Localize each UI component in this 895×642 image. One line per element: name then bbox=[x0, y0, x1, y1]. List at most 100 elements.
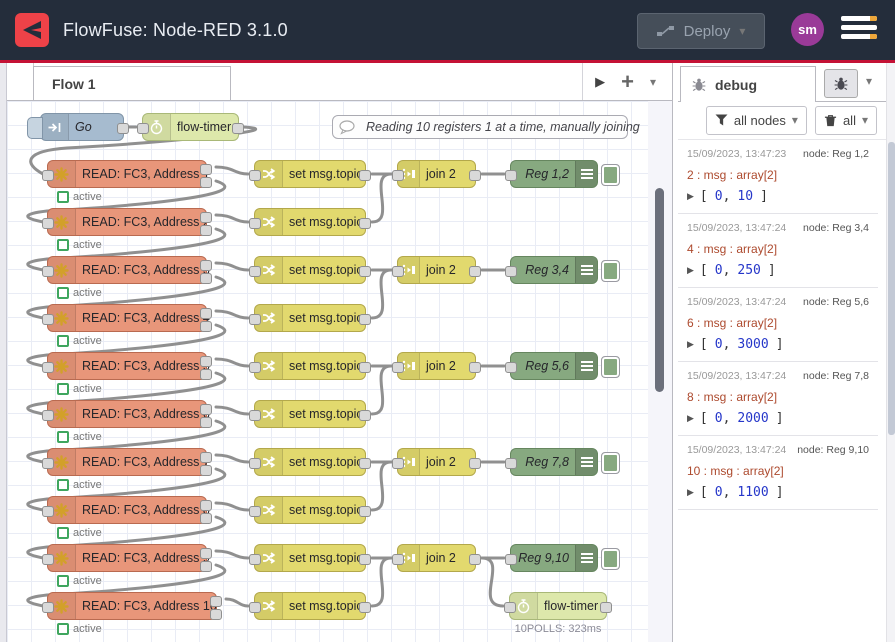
input-port[interactable] bbox=[504, 602, 516, 613]
debug-message[interactable]: 15/09/2023, 13:47:24node: Reg 7,8 8 : ms… bbox=[678, 362, 878, 436]
input-port[interactable] bbox=[505, 266, 517, 277]
user-avatar[interactable]: sm bbox=[791, 13, 824, 46]
input-port[interactable] bbox=[249, 602, 261, 613]
flow-canvas[interactable]: Go flow-timer Reading 10 registers 1 at … bbox=[7, 101, 648, 642]
output-port-1[interactable] bbox=[210, 596, 222, 607]
output-port-2[interactable] bbox=[200, 321, 212, 332]
change-node[interactable]: set msg.topic bbox=[254, 448, 366, 476]
input-port[interactable] bbox=[249, 458, 261, 469]
output-port-1[interactable] bbox=[200, 452, 212, 463]
input-port[interactable] bbox=[249, 554, 261, 565]
debug-node-reg[interactable]: Reg 3,4 bbox=[510, 256, 598, 284]
input-port[interactable] bbox=[392, 458, 404, 469]
input-port[interactable] bbox=[505, 362, 517, 373]
expand-caret-icon[interactable]: ▶ bbox=[687, 265, 694, 276]
inject-button[interactable] bbox=[27, 117, 43, 139]
output-port-1[interactable] bbox=[200, 500, 212, 511]
change-node[interactable]: set msg.topic bbox=[254, 304, 366, 332]
output-port[interactable] bbox=[359, 410, 371, 421]
change-node[interactable]: set msg.topic bbox=[254, 544, 366, 572]
input-port[interactable] bbox=[392, 266, 404, 277]
debug-scrollbar[interactable] bbox=[886, 63, 895, 642]
change-node[interactable]: set msg.topic bbox=[254, 352, 366, 380]
output-port-1[interactable] bbox=[200, 260, 212, 271]
input-port[interactable] bbox=[42, 170, 54, 181]
comment-node[interactable]: Reading 10 registers 1 at a time, manual… bbox=[332, 115, 628, 139]
output-port-1[interactable] bbox=[200, 212, 212, 223]
debug-messages-button[interactable] bbox=[824, 69, 858, 98]
output-port[interactable] bbox=[469, 170, 481, 181]
add-flow-button[interactable]: + bbox=[621, 72, 634, 92]
tab-list-caret-icon[interactable]: ▾ bbox=[650, 75, 656, 89]
debug-node-reg[interactable]: Reg 9,10 bbox=[510, 544, 598, 572]
deploy-button[interactable]: Deploy ▾ bbox=[637, 13, 765, 49]
change-node[interactable]: set msg.topic bbox=[254, 592, 366, 620]
canvas-scrollbar[interactable] bbox=[648, 101, 672, 642]
expand-caret-icon[interactable]: ▶ bbox=[687, 487, 694, 498]
input-port[interactable] bbox=[42, 362, 54, 373]
input-port[interactable] bbox=[505, 170, 517, 181]
join-node[interactable]: join 2 bbox=[397, 544, 476, 572]
change-node[interactable]: set msg.topic bbox=[254, 400, 366, 428]
read-node[interactable]: READ: FC3, Address 8 bbox=[47, 496, 207, 524]
join-node[interactable]: join 2 bbox=[397, 352, 476, 380]
output-port-2[interactable] bbox=[200, 561, 212, 572]
read-node[interactable]: READ: FC3, Address 3 bbox=[47, 256, 207, 284]
output-port-2[interactable] bbox=[210, 609, 222, 620]
output-port-1[interactable] bbox=[200, 356, 212, 367]
input-port[interactable] bbox=[249, 362, 261, 373]
debug-toggle-button[interactable] bbox=[601, 356, 620, 378]
debug-toggle-button[interactable] bbox=[601, 548, 620, 570]
read-node[interactable]: READ: FC3, Address 4 bbox=[47, 304, 207, 332]
canvas-scrollbar-thumb[interactable] bbox=[655, 188, 664, 392]
input-port[interactable] bbox=[249, 266, 261, 277]
debug-toggle-button[interactable] bbox=[601, 452, 620, 474]
output-port[interactable] bbox=[359, 362, 371, 373]
output-port[interactable] bbox=[359, 266, 371, 277]
debug-node-reg[interactable]: Reg 7,8 bbox=[510, 448, 598, 476]
input-port[interactable] bbox=[249, 314, 261, 325]
input-port[interactable] bbox=[42, 410, 54, 421]
output-port[interactable] bbox=[232, 123, 244, 134]
read-node[interactable]: READ: FC3, Address 1 bbox=[47, 160, 207, 188]
filter-nodes-button[interactable]: all nodes ▾ bbox=[706, 106, 807, 135]
expand-caret-icon[interactable]: ▶ bbox=[687, 413, 694, 424]
read-node[interactable]: READ: FC3, Address 7 bbox=[47, 448, 207, 476]
tab-debug[interactable]: debug bbox=[680, 66, 816, 102]
read-node[interactable]: READ: FC3, Address 6 bbox=[47, 400, 207, 428]
output-port[interactable] bbox=[469, 458, 481, 469]
input-port[interactable] bbox=[42, 218, 54, 229]
input-port[interactable] bbox=[505, 458, 517, 469]
input-port[interactable] bbox=[505, 554, 517, 565]
input-port[interactable] bbox=[392, 554, 404, 565]
output-port-2[interactable] bbox=[200, 417, 212, 428]
input-port[interactable] bbox=[42, 314, 54, 325]
input-port[interactable] bbox=[249, 170, 261, 181]
read-node[interactable]: READ: FC3, Address 2 bbox=[47, 208, 207, 236]
output-port[interactable] bbox=[117, 123, 129, 134]
output-port-2[interactable] bbox=[200, 225, 212, 236]
change-node[interactable]: set msg.topic bbox=[254, 160, 366, 188]
input-port[interactable] bbox=[42, 266, 54, 277]
debug-node-reg[interactable]: Reg 5,6 bbox=[510, 352, 598, 380]
join-node[interactable]: join 2 bbox=[397, 448, 476, 476]
input-port[interactable] bbox=[42, 458, 54, 469]
change-node[interactable]: set msg.topic bbox=[254, 496, 366, 524]
output-port-1[interactable] bbox=[200, 404, 212, 415]
output-port-1[interactable] bbox=[200, 164, 212, 175]
output-port-2[interactable] bbox=[200, 273, 212, 284]
output-port-2[interactable] bbox=[200, 465, 212, 476]
output-port[interactable] bbox=[359, 602, 371, 613]
read-node[interactable]: READ: FC3, Address 10 bbox=[47, 592, 217, 620]
input-port[interactable] bbox=[392, 362, 404, 373]
output-port[interactable] bbox=[359, 170, 371, 181]
output-port-1[interactable] bbox=[200, 548, 212, 559]
debug-message[interactable]: 15/09/2023, 13:47:24node: Reg 9,10 10 : … bbox=[678, 436, 878, 510]
join-node[interactable]: join 2 bbox=[397, 256, 476, 284]
output-port-2[interactable] bbox=[200, 513, 212, 524]
debug-toggle-button[interactable] bbox=[601, 260, 620, 282]
join-node[interactable]: join 2 bbox=[397, 160, 476, 188]
output-port[interactable] bbox=[469, 362, 481, 373]
output-port-2[interactable] bbox=[200, 369, 212, 380]
output-port[interactable] bbox=[600, 602, 612, 613]
